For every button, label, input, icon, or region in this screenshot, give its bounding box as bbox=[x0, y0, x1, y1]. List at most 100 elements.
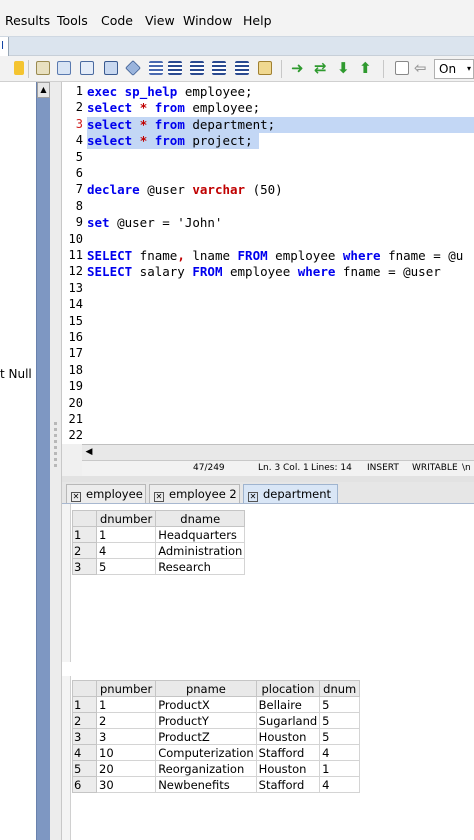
table-cell: 1 bbox=[95, 526, 157, 543]
left-panel-text: t Null bbox=[0, 367, 32, 381]
table-row[interactable]: 3 3 ProductZ Houston 5 bbox=[72, 728, 361, 745]
menu-code[interactable]: Code bbox=[101, 13, 133, 28]
comment-icon[interactable] bbox=[212, 61, 226, 75]
row-number[interactable]: 5 bbox=[72, 760, 97, 777]
menu-view[interactable]: View bbox=[145, 13, 175, 28]
code-token: department; bbox=[184, 116, 276, 132]
code-token: from bbox=[154, 133, 185, 149]
table-cell: Bellaire bbox=[255, 696, 321, 713]
editor-horizontal-scrollbar[interactable]: ◀ bbox=[82, 444, 474, 460]
line-number: 11 bbox=[68, 248, 83, 262]
menu-help[interactable]: Help bbox=[243, 13, 272, 28]
line-number: 18 bbox=[68, 362, 83, 377]
close-icon[interactable]: ✕ bbox=[71, 492, 81, 502]
toolbar-separator bbox=[281, 60, 282, 78]
row-number[interactable]: 1 bbox=[72, 696, 97, 713]
row-number[interactable]: 1 bbox=[72, 526, 97, 543]
close-icon[interactable]: ✕ bbox=[154, 492, 164, 502]
table-cell: Stafford bbox=[255, 776, 321, 793]
line-number: 6 bbox=[75, 166, 83, 180]
column-header[interactable]: dnumber bbox=[95, 510, 157, 527]
table-export-icon[interactable] bbox=[57, 61, 71, 75]
grip-dot bbox=[54, 464, 57, 467]
department-result-table[interactable]: dnumber dname 1 1 Headquarters 2 4 Administrati… bbox=[72, 510, 246, 575]
tab-department[interactable]: ✕ department bbox=[243, 484, 338, 503]
code-token: FROM bbox=[237, 248, 268, 263]
code-token: where bbox=[297, 264, 336, 280]
grip-dot bbox=[54, 452, 57, 455]
status-access: WRITABLE bbox=[412, 463, 458, 473]
table-cell: ProductY bbox=[155, 712, 257, 729]
swap-icon[interactable]: ⇄ bbox=[314, 59, 327, 77]
scroll-left-icon[interactable]: ◀ bbox=[82, 445, 96, 460]
status-mode: INSERT bbox=[367, 463, 399, 473]
column-header[interactable]: plocation bbox=[255, 680, 321, 697]
sql-editor[interactable]: 1 2 3 4 5 6 7 8 9 10 11 12 13 14 15 16 17 18 19 20 21 22 exec… bbox=[62, 82, 474, 444]
arrow-down-icon[interactable]: ⬇ bbox=[337, 59, 350, 77]
back-arrow-icon[interactable]: ⇦ bbox=[414, 59, 427, 77]
indent-icon[interactable] bbox=[168, 61, 182, 75]
table-cell: Computerization bbox=[155, 744, 257, 761]
table-row[interactable]: 6 30 Newbenefits Stafford 4 bbox=[72, 776, 361, 793]
menu-results[interactable]: Results bbox=[5, 13, 50, 28]
code-token: FROM bbox=[192, 264, 223, 280]
column-header[interactable]: dname bbox=[155, 510, 246, 527]
clipboard-icon[interactable] bbox=[104, 61, 118, 75]
list-icon[interactable] bbox=[149, 61, 163, 75]
panel-divider[interactable] bbox=[50, 82, 62, 840]
row-number[interactable]: 3 bbox=[72, 728, 97, 745]
close-icon[interactable]: ✕ bbox=[248, 492, 258, 502]
menu-tools[interactable]: Tools bbox=[57, 13, 88, 28]
row-number[interactable]: 2 bbox=[72, 542, 97, 559]
column-header[interactable]: pnumber bbox=[95, 680, 157, 697]
scroll-up-icon[interactable]: ▲ bbox=[37, 82, 50, 98]
table-row[interactable]: 5 20 Reorganization Houston 1 bbox=[72, 760, 361, 777]
row-number[interactable]: 3 bbox=[72, 558, 97, 575]
arrow-up-icon[interactable]: ⬆ bbox=[359, 59, 372, 77]
column-header[interactable]: pname bbox=[155, 680, 257, 697]
document-tab[interactable]: l bbox=[0, 37, 9, 56]
row-number[interactable]: 4 bbox=[72, 744, 97, 761]
table-cell: Headquarters bbox=[155, 526, 246, 543]
tag-icon[interactable] bbox=[125, 60, 141, 76]
grip-dot bbox=[54, 434, 57, 437]
checkbox-icon[interactable] bbox=[395, 61, 409, 75]
code-line: select * from project; bbox=[87, 133, 253, 149]
table-row[interactable]: 4 10 Computerization Stafford 4 bbox=[72, 744, 361, 761]
outdent-icon[interactable] bbox=[190, 61, 204, 75]
left-scrollbar[interactable]: ▲ bbox=[36, 82, 50, 840]
table-row[interactable]: 2 2 ProductY Sugarland 5 bbox=[72, 712, 361, 729]
document-icon[interactable] bbox=[36, 61, 50, 75]
table-row[interactable]: 2 4 Administration bbox=[72, 542, 246, 559]
left-panel: t Null bbox=[0, 82, 36, 840]
table-row[interactable]: 1 1 ProductX Bellaire 5 bbox=[72, 696, 361, 713]
mode-select[interactable]: On ▾ bbox=[434, 59, 474, 79]
lightning-icon[interactable] bbox=[14, 61, 24, 75]
table-row[interactable]: 1 1 Headquarters bbox=[72, 526, 246, 543]
tab-label: employee bbox=[86, 487, 143, 501]
line-number: 2 bbox=[75, 100, 83, 115]
tab-employee-2[interactable]: ✕ employee 2 bbox=[149, 484, 240, 503]
copy-icon[interactable] bbox=[80, 61, 94, 75]
menu-window[interactable]: Window bbox=[183, 13, 232, 28]
format-icon[interactable] bbox=[258, 61, 272, 75]
row-number[interactable]: 2 bbox=[72, 712, 97, 729]
code-line: declare @user varchar (50) bbox=[87, 182, 283, 198]
table-row[interactable]: 3 5 Research bbox=[72, 558, 246, 575]
table-cell: 5 bbox=[319, 696, 361, 713]
code-line: set @user = 'John' bbox=[87, 215, 222, 231]
tab-employee[interactable]: ✕ employee bbox=[66, 484, 146, 503]
code-token: where bbox=[342, 248, 381, 263]
line-number: 19 bbox=[68, 379, 83, 394]
code-line: select * from department; bbox=[87, 117, 275, 133]
project-result-table[interactable]: pnumber pname plocation dnum 1 1 ProductX Bella… bbox=[72, 680, 361, 793]
table-cell: Stafford bbox=[255, 744, 321, 761]
arrow-right-icon[interactable]: ➜ bbox=[291, 59, 304, 77]
line-number: 17 bbox=[68, 346, 83, 361]
table-cell: 30 bbox=[95, 776, 157, 793]
row-number[interactable]: 6 bbox=[72, 776, 97, 793]
uncomment-icon[interactable] bbox=[235, 61, 249, 75]
column-header[interactable]: dnum bbox=[319, 680, 361, 697]
code-token: employee bbox=[222, 264, 298, 280]
